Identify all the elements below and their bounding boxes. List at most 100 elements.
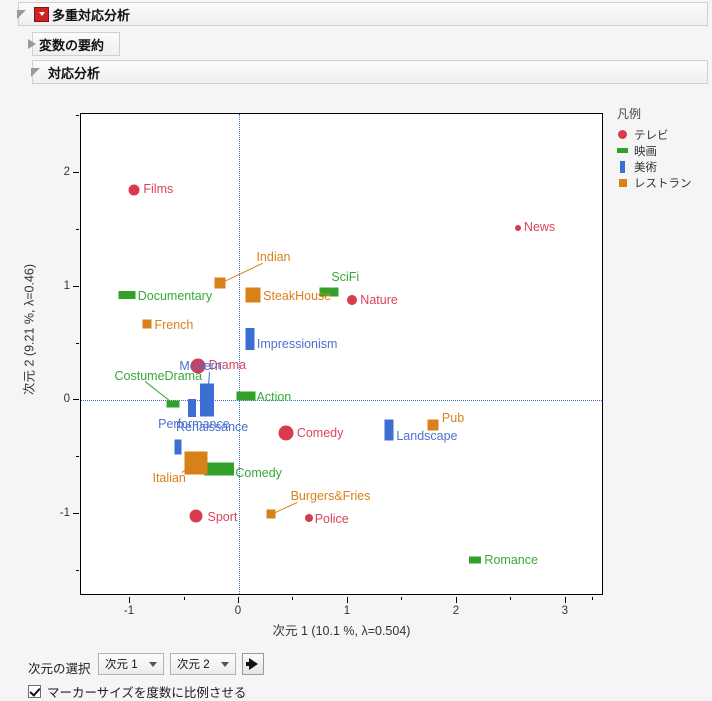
legend-rows: テレビ映画 美術レストラン xyxy=(617,127,712,190)
disclosure-open-icon[interactable] xyxy=(12,9,31,19)
y-axis-label: 次元 2 (9.21 %, λ=0.46) xyxy=(22,264,37,395)
data-point-marker[interactable] xyxy=(118,290,136,299)
data-point-label: Indian xyxy=(256,250,291,265)
outline-bar-correspondence[interactable]: 対応分析 xyxy=(31,60,708,84)
chevron-down-icon xyxy=(149,661,157,667)
outline-bar-summary[interactable]: 変数の要約 xyxy=(28,32,120,56)
data-point-label: Action xyxy=(256,389,292,404)
outline-title-summary: 変数の要約 xyxy=(39,37,105,53)
y-tick-mark xyxy=(73,285,79,287)
dimension-y-select[interactable]: 次元 2 xyxy=(170,653,236,675)
x-tick-label: 1 xyxy=(343,605,351,617)
legend-item-label: テレビ xyxy=(634,129,669,142)
y-minor-tick-mark xyxy=(76,228,79,230)
marker-size-checkbox-label: マーカーサイズを度数に比例させる xyxy=(47,686,247,700)
data-point-marker[interactable] xyxy=(184,451,208,475)
data-point-marker[interactable] xyxy=(304,513,313,522)
x-minor-tick-mark xyxy=(510,597,512,600)
data-point-marker[interactable] xyxy=(266,509,276,519)
disclosure-open-icon-2[interactable] xyxy=(26,67,45,77)
dimension-x-select[interactable]: 次元 1 xyxy=(98,653,164,675)
x-minor-tick-mark xyxy=(401,597,403,600)
apply-dimensions-button[interactable] xyxy=(242,653,264,675)
data-point-marker[interactable] xyxy=(188,399,197,418)
y-tick-label: 1 xyxy=(63,279,70,292)
marker-size-checkbox[interactable] xyxy=(28,685,41,698)
correspondence-analysis-plot: Films News Nature Drama Comedy Sport Police Doc… xyxy=(0,90,712,650)
data-point-label: Italian xyxy=(152,470,186,485)
marker-size-checkbox-row[interactable]: マーカーサイズを度数に比例させる xyxy=(28,682,246,701)
data-point-label: Films xyxy=(143,182,174,197)
x-tick-mark xyxy=(455,597,457,603)
data-point-marker[interactable] xyxy=(278,425,294,441)
x-tick-mark xyxy=(564,597,566,603)
data-point-marker[interactable] xyxy=(245,328,255,351)
disclosure-closed-icon[interactable] xyxy=(28,39,36,49)
x-tick-mark xyxy=(346,597,348,603)
data-point-label: Modern xyxy=(179,359,222,374)
data-point-marker[interactable] xyxy=(384,419,394,441)
red-triangle-menu-icon[interactable] xyxy=(34,6,49,22)
data-point-label: Police xyxy=(314,511,349,526)
y-tick-label: 0 xyxy=(63,393,70,406)
legend-item-2[interactable]: 美術 xyxy=(617,159,712,174)
dimension-y-value: 次元 2 xyxy=(177,659,210,671)
label-leader-line xyxy=(220,263,263,285)
data-point-label: Impressionism xyxy=(256,337,338,352)
y-minor-tick-mark xyxy=(76,342,79,344)
data-point-marker[interactable] xyxy=(245,287,261,303)
data-point-marker[interactable] xyxy=(128,184,140,196)
x-tick-label: 3 xyxy=(561,605,569,617)
legend-item-3[interactable]: レストラン xyxy=(617,175,712,190)
data-point-label: Comedy xyxy=(235,465,282,480)
legend-swatch-hbar-icon xyxy=(617,148,628,153)
legend-item-label: 映画 xyxy=(634,145,657,158)
data-point-marker[interactable] xyxy=(204,462,235,476)
legend-swatch-vbar-icon xyxy=(617,160,628,173)
data-point-label: Renaissance xyxy=(175,420,249,435)
data-point-marker[interactable] xyxy=(200,383,215,417)
legend-swatch-circle-icon xyxy=(617,130,628,139)
data-point-marker[interactable] xyxy=(236,391,256,401)
y-tick-mark xyxy=(73,399,79,401)
legend-item-0[interactable]: テレビ xyxy=(617,127,712,142)
data-point-label: Sport xyxy=(207,510,238,525)
plot-canvas: Films News Nature Drama Comedy Sport Police Doc… xyxy=(81,114,602,594)
data-point-label: Burgers&Fries xyxy=(290,489,371,504)
x-minor-tick-mark xyxy=(183,597,185,600)
legend: 凡例 テレビ 映画 美術 レストラン xyxy=(617,105,712,191)
data-point-marker[interactable] xyxy=(214,277,226,289)
data-point-marker[interactable] xyxy=(189,509,203,523)
dimension-select-label: 次元の選択 xyxy=(28,662,91,676)
y-minor-tick-mark xyxy=(76,456,79,458)
plot-controls: 次元の選択 次元 1 次元 2 マーカーサイズを度数に比例させる xyxy=(0,650,712,700)
data-point-marker[interactable] xyxy=(166,400,180,408)
outline-title-main: 多重対応分析 xyxy=(52,7,131,23)
data-point-label: French xyxy=(154,318,194,333)
y-tick-label: -1 xyxy=(59,507,70,520)
plot-frame: Films News Nature Drama Comedy Sport Police Doc… xyxy=(80,113,603,595)
legend-item-1[interactable]: 映画 xyxy=(617,143,712,158)
x-minor-tick-mark xyxy=(592,597,594,600)
data-point-label: Documentary xyxy=(137,288,213,303)
x-tick-mark xyxy=(129,597,131,603)
data-point-marker[interactable] xyxy=(347,295,358,306)
data-point-marker[interactable] xyxy=(469,556,482,564)
x-tick-mark xyxy=(237,597,239,603)
outline-bar-main[interactable]: 多重対応分析 xyxy=(17,2,708,26)
data-point-marker[interactable] xyxy=(514,224,521,231)
data-point-marker[interactable] xyxy=(427,419,439,431)
y-minor-tick-mark xyxy=(76,115,79,117)
data-point-label: Nature xyxy=(360,293,398,308)
x-tick-label: 0 xyxy=(234,605,242,617)
data-point-marker[interactable] xyxy=(142,319,152,329)
dimension-x-value: 次元 1 xyxy=(105,659,138,671)
legend-swatch-square-icon xyxy=(617,178,628,187)
data-point-marker[interactable] xyxy=(174,439,182,455)
data-point-label: Landscape xyxy=(396,429,458,444)
horizontal-reference-line xyxy=(81,400,602,402)
y-tick-mark xyxy=(73,172,79,174)
legend-item-label: レストラン xyxy=(634,177,692,190)
chevron-down-icon-2 xyxy=(221,661,229,667)
y-tick-label: 2 xyxy=(63,166,70,179)
